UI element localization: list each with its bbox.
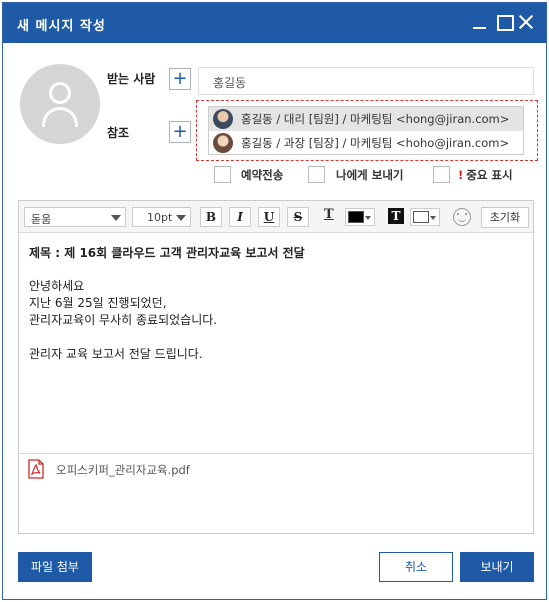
compose-message-window: 새 메시지 작성 받는 사람 + 홍길동 참조 + 홍길동 / 대리 [팀원] … [2, 2, 547, 600]
important-mark-icon: ! [458, 168, 464, 182]
cc-label: 참조 [107, 126, 130, 140]
scheduled-send-checkbox[interactable] [214, 166, 231, 183]
font-select-value: 돋움 [31, 213, 52, 226]
minimize-icon[interactable] [471, 13, 489, 31]
add-recipient-button[interactable]: + [169, 68, 191, 90]
body-line: 안녕하세요 [29, 279, 85, 293]
important-checkbox[interactable] [433, 166, 450, 183]
background-color-swatch [413, 211, 429, 223]
body-line: 관리자 교육 보고서 전달 드립니다. [29, 347, 203, 361]
attach-file-button[interactable]: 파일 첨부 [18, 552, 92, 582]
suggestion-item[interactable]: 홍길동 / 과장 [팀장] / 마케팅팀 <hoho@jiran.com> [209, 131, 523, 155]
chevron-down-icon [430, 216, 436, 220]
close-icon[interactable] [517, 13, 535, 31]
scheduled-send-label: 예약전송 [241, 168, 284, 182]
font-size-select[interactable]: 10pt [132, 207, 191, 227]
attachment-area: 오피스키퍼_관리자교육.pdf [19, 453, 533, 533]
cancel-button[interactable]: 취소 [379, 552, 453, 582]
avatar-body-icon [42, 107, 78, 127]
send-to-self-checkbox[interactable] [308, 166, 325, 183]
to-input-value: 홍길동 [213, 76, 247, 90]
suggestion-text: 홍길동 / 과장 [팀장] / 마케팅팀 <hoho@jiran.com> [241, 136, 510, 150]
to-label: 받는 사람 [107, 72, 156, 86]
text-color-picker[interactable] [345, 208, 375, 226]
background-color-picker[interactable] [410, 208, 440, 226]
recipient-suggestion-dropdown: 홍길동 / 대리 [팀원] / 마케팅팀 <hong@jiran.com> 홍길… [196, 100, 538, 161]
underline-button[interactable]: U [258, 207, 280, 227]
message-subject: 제목 : 제 16회 클라우드 고객 관리자교육 보고서 전달 [29, 246, 305, 260]
important-label: ! 중요 표시 [458, 167, 513, 183]
italic-button[interactable]: I [229, 207, 251, 227]
chevron-down-icon [176, 215, 186, 221]
text-color-swatch [348, 211, 364, 223]
avatar-head-icon [49, 82, 71, 104]
font-size-value: 10pt [147, 211, 173, 224]
bold-button[interactable]: B [200, 207, 222, 227]
body-line: 관리자교육이 무사히 종료되었습니다. [29, 313, 218, 327]
message-body[interactable]: 제목 : 제 16회 클라우드 고객 관리자교육 보고서 전달 안녕하세요 지난… [29, 245, 519, 363]
important-label-text: 중요 표시 [466, 168, 513, 182]
text-color-icon[interactable]: T [324, 207, 334, 222]
reset-button[interactable]: 초기화 [481, 207, 529, 228]
attachment-filename[interactable]: 오피스키퍼_관리자교육.pdf [56, 462, 190, 478]
body-blank-line [29, 329, 519, 346]
send-to-self-label: 나에게 보내기 [336, 168, 404, 182]
chevron-down-icon [365, 216, 371, 220]
avatar [20, 64, 100, 144]
window-title: 새 메시지 작성 [17, 19, 106, 34]
editor-toolbar: 돋움 10pt B I U S T T 초기화 [19, 201, 533, 233]
background-color-icon[interactable]: T [388, 208, 404, 224]
body-line: 지난 6월 25일 진행되었던, [29, 296, 167, 310]
chevron-down-icon [111, 215, 121, 221]
message-editor: 돋움 10pt B I U S T T 초기화 제목: 제 16회 클라우드 … [18, 200, 534, 534]
suggestion-item[interactable]: 홍길동 / 대리 [팀원] / 마케팅팀 <hong@jiran.com> [209, 107, 523, 131]
suggestion-text: 홍길동 / 대리 [팀원] / 마케팅팀 <hong@jiran.com> [241, 112, 510, 126]
contact-photo-icon [213, 133, 233, 153]
suggestion-list: 홍길동 / 대리 [팀원] / 마케팅팀 <hong@jiran.com> 홍길… [208, 106, 524, 155]
to-input[interactable]: 홍길동 [198, 67, 534, 95]
maximize-icon[interactable] [495, 13, 514, 31]
send-button[interactable]: 보내기 [460, 552, 534, 582]
add-cc-button[interactable]: + [169, 121, 191, 143]
pdf-file-icon [28, 459, 44, 479]
strikethrough-button[interactable]: S [287, 207, 309, 227]
font-select[interactable]: 돋움 [24, 207, 126, 227]
emoticon-icon[interactable] [453, 208, 471, 226]
title-bar: 새 메시지 작성 [3, 3, 546, 43]
contact-photo-icon [213, 109, 233, 129]
